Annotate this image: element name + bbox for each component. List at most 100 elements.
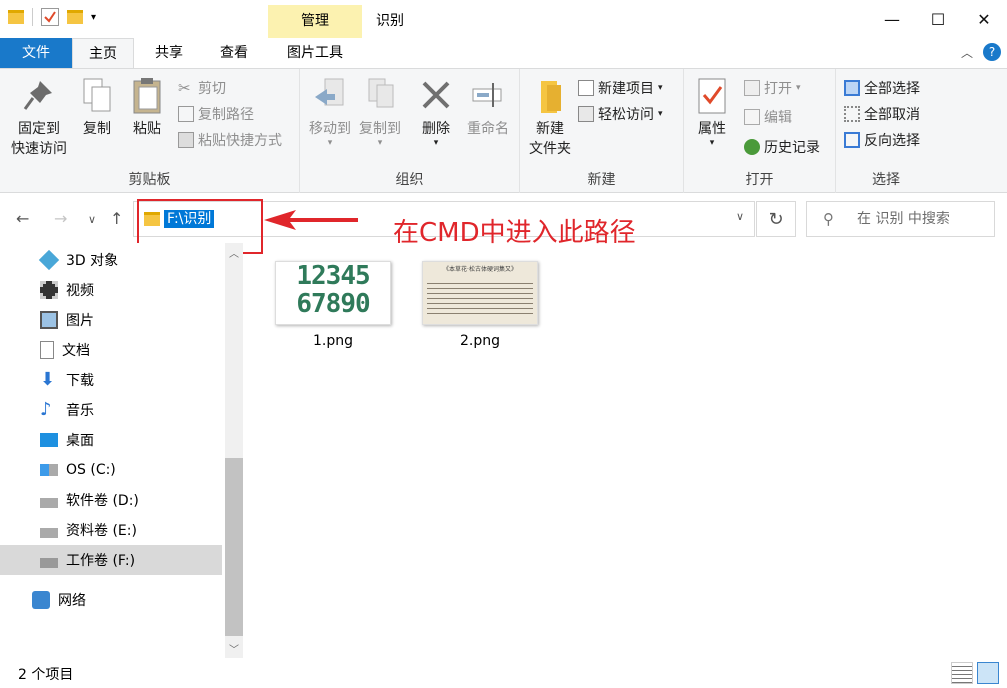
back-arrow-icon[interactable]: ← xyxy=(16,209,29,228)
edit-icon xyxy=(744,109,760,125)
copy-to-button[interactable]: 复制到 ▾ xyxy=(356,77,404,148)
sidebar-item-drive-f[interactable]: 工作卷 (F:) xyxy=(0,545,222,575)
scissors-icon: ✂ xyxy=(178,79,191,97)
file-item[interactable]: 《本草花·松古体硬词集又》 2.png xyxy=(420,261,540,349)
new-item-button[interactable]: 新建项目 ▾ xyxy=(578,77,663,99)
drive-c-icon xyxy=(40,464,58,476)
search-input[interactable]: ⚲ 在 识别 中搜索 xyxy=(806,201,995,237)
properties-label: 属性 xyxy=(698,121,726,137)
ribbon-tabs: 文件 主页 共享 查看 图片工具 ︿ ? xyxy=(0,38,1007,106)
new-folder-icon[interactable] xyxy=(67,10,83,24)
easy-access-button[interactable]: 轻松访问 ▾ xyxy=(578,103,663,125)
drive-icon xyxy=(40,558,58,568)
pin-quick-access-button[interactable]: 固定到 快速访问 xyxy=(6,77,72,159)
rename-icon xyxy=(471,77,505,115)
forward-arrow-icon[interactable]: → xyxy=(54,209,67,228)
sidebar-item-drive-e[interactable]: 资料卷 (E:) xyxy=(0,515,222,545)
recent-locations-chevron-icon[interactable]: ∨ xyxy=(88,213,96,226)
sidebar-item-label: 文档 xyxy=(62,343,90,359)
sidebar-item-network[interactable]: 网络 xyxy=(0,585,222,615)
divider xyxy=(32,8,33,26)
select-all-button[interactable]: 全部选择 xyxy=(844,77,920,99)
history-button[interactable]: 历史记录 xyxy=(744,136,820,158)
scrollbar-thumb[interactable] xyxy=(225,458,243,636)
tab-manage[interactable]: 管理 xyxy=(268,5,362,38)
annotation-arrow xyxy=(264,210,358,230)
sidebar-item-3d-objects[interactable]: 3D 对象 xyxy=(0,245,222,275)
large-icons-view-icon[interactable] xyxy=(977,662,999,684)
close-button[interactable]: ✕ xyxy=(961,0,1007,38)
cut-button[interactable]: ✂ 剪切 xyxy=(178,77,226,99)
tab-picture-tools[interactable]: 图片工具 xyxy=(268,38,362,68)
sidebar-item-label: 下载 xyxy=(66,373,94,389)
ribbon: 固定到 快速访问 复制 粘贴 ✂ 剪切 复制路径 粘贴快捷方式 剪贴板 移动到 … xyxy=(0,68,1007,193)
properties-button[interactable]: 属性 ▾ xyxy=(692,77,732,148)
paste-button[interactable]: 粘贴 xyxy=(126,77,168,139)
scroll-up-icon[interactable]: ︿ xyxy=(229,245,239,260)
file-thumbnail: 《本草花·松古体硬词集又》 xyxy=(422,261,538,325)
window-title: 识别 xyxy=(376,13,404,29)
move-to-button[interactable]: 移动到 ▾ xyxy=(306,77,354,148)
collapse-ribbon-icon[interactable]: ︿ xyxy=(961,44,973,61)
sidebar-item-desktop[interactable]: 桌面 xyxy=(0,425,222,455)
copy-button[interactable]: 复制 xyxy=(76,77,118,139)
organize-group-label: 组织 xyxy=(395,172,424,188)
scroll-down-icon[interactable]: ﹀ xyxy=(229,641,239,656)
help-icon[interactable]: ? xyxy=(983,43,1001,61)
sidebar-item-label: 软件卷 (D:) xyxy=(66,493,139,509)
sidebar-item-documents[interactable]: 文档 xyxy=(0,335,222,365)
rename-button[interactable]: 重命名 xyxy=(462,77,514,139)
paste-shortcut-label: 粘贴快捷方式 xyxy=(198,133,282,149)
sidebar-item-videos[interactable]: 视频 xyxy=(0,275,222,305)
sidebar-scrollbar[interactable]: ︿ ﹀ xyxy=(225,243,243,658)
chevron-down-icon: ▾ xyxy=(658,83,663,93)
search-placeholder: 在 识别 中搜索 xyxy=(857,211,950,227)
refresh-icon: ↻ xyxy=(768,208,784,230)
delete-button[interactable]: 删除 ▾ xyxy=(416,77,456,148)
file-item[interactable]: 12345 67890 1.png xyxy=(273,261,393,349)
refresh-button[interactable]: ↻ xyxy=(756,201,796,237)
thumbnail-digits: 12345 67890 xyxy=(296,261,370,319)
properties-check-icon[interactable] xyxy=(41,8,59,26)
rename-label: 重命名 xyxy=(467,121,509,137)
tab-share[interactable]: 共享 xyxy=(139,38,199,68)
tab-home[interactable]: 主页 xyxy=(72,38,134,68)
sidebar-item-label: 工作卷 (F:) xyxy=(66,553,136,569)
up-arrow-icon[interactable]: ↑ xyxy=(110,209,123,228)
select-none-label: 全部取消 xyxy=(864,107,920,123)
sidebar-item-music[interactable]: ♪ 音乐 xyxy=(0,395,222,425)
invert-selection-button[interactable]: 反向选择 xyxy=(844,129,920,151)
maximize-button[interactable]: ☐ xyxy=(915,0,961,38)
sidebar-item-downloads[interactable]: ⬇ 下载 xyxy=(0,365,222,395)
title-bar: ▾ 管理 识别 — ☐ ✕ xyxy=(0,0,1007,38)
edit-button[interactable]: 编辑 xyxy=(744,106,792,128)
select-all-label: 全部选择 xyxy=(864,81,920,97)
open-group-label: 打开 xyxy=(745,172,774,188)
pin-label: 固定到 快速访问 xyxy=(11,121,67,157)
delete-x-icon xyxy=(419,77,453,115)
file-thumbnail: 12345 67890 xyxy=(275,261,391,325)
tab-file[interactable]: 文件 xyxy=(0,38,72,68)
minimize-button[interactable]: — xyxy=(869,0,915,38)
details-view-icon[interactable] xyxy=(951,662,973,684)
copy-path-button[interactable]: 复制路径 xyxy=(178,103,254,125)
select-all-icon xyxy=(844,80,860,96)
open-button[interactable]: 打开 ▾ xyxy=(744,77,801,99)
history-label: 历史记录 xyxy=(764,140,820,156)
drive-icon xyxy=(40,498,58,508)
customize-qat-icon[interactable]: ▾ xyxy=(91,12,96,23)
select-none-button[interactable]: 全部取消 xyxy=(844,103,920,125)
paste-shortcut-button[interactable]: 粘贴快捷方式 xyxy=(178,129,282,151)
new-folder-button[interactable]: 新建 文件夹 xyxy=(524,77,576,159)
tab-view[interactable]: 查看 xyxy=(204,38,264,68)
open-group: 属性 ▾ 打开 ▾ 编辑 历史记录 打开 xyxy=(684,69,836,193)
sidebar-item-drive-c[interactable]: OS (C:) xyxy=(0,455,222,485)
select-none-icon xyxy=(844,106,860,122)
sidebar-item-pictures[interactable]: 图片 xyxy=(0,305,222,335)
move-to-label: 移动到 xyxy=(309,121,351,137)
address-dropdown-icon[interactable]: ∨ xyxy=(736,210,744,223)
invert-selection-label: 反向选择 xyxy=(864,133,920,149)
properties-icon xyxy=(695,77,729,115)
search-icon: ⚲ xyxy=(823,210,834,228)
sidebar-item-drive-d[interactable]: 软件卷 (D:) xyxy=(0,485,222,515)
